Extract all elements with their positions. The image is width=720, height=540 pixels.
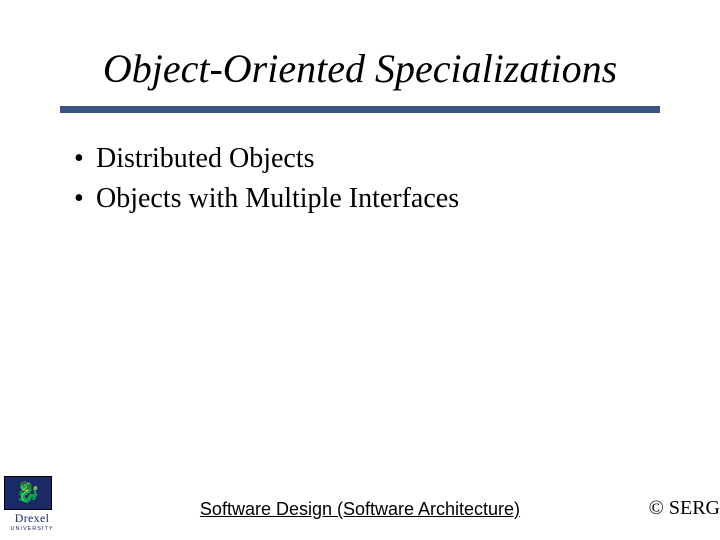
title-rule [60,106,660,113]
bullet-icon: • [74,180,96,218]
bullet-text: Distributed Objects [96,143,315,174]
bullet-text: Objects with Multiple Interfaces [96,183,459,214]
list-item: •Objects with Multiple Interfaces [74,180,654,218]
slide: Object-Oriented Specializations •Distrib… [0,0,720,540]
bullet-list: •Distributed Objects •Objects with Multi… [74,140,654,220]
list-item: •Distributed Objects [74,140,654,178]
logo-sub: UNIVERSITY [4,526,60,532]
slide-title: Object-Oriented Specializations [0,45,720,92]
footer-copyright: © SERG [649,497,720,520]
bullet-icon: • [74,140,96,178]
footer-center: Software Design (Software Architecture) [0,499,720,520]
